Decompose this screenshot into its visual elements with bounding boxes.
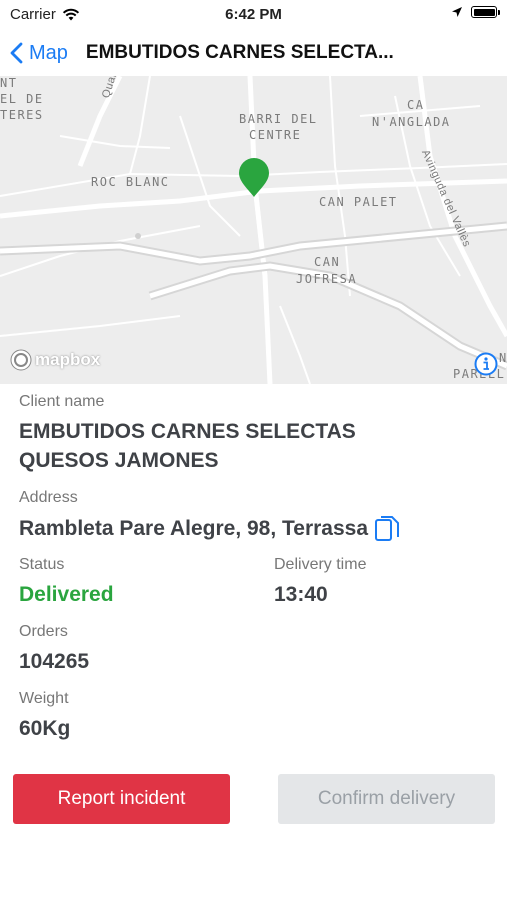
mapbox-icon	[10, 349, 32, 371]
map-label: N'ANGLADA	[372, 115, 451, 129]
map-label: TERES	[0, 108, 44, 122]
map-view[interactable]: NT EL DE TERES Quart Ce BARRI DEL CENTRE…	[0, 76, 507, 384]
mapbox-label: mapbox	[35, 350, 101, 369]
weight-label: Weight	[19, 690, 69, 707]
weight-value: 60Kg	[19, 717, 71, 740]
map-label: NT	[0, 76, 18, 90]
client-name-label: Client name	[19, 393, 105, 410]
map-label: JOFRESA	[296, 272, 358, 286]
map-label: BARRI DEL	[239, 112, 318, 126]
delivery-time-value: 13:40	[274, 583, 328, 606]
map-label: ROC BLANC	[91, 175, 170, 189]
battery-icon	[471, 6, 500, 18]
map-label: EL DE	[0, 92, 44, 106]
copy-icon[interactable]	[374, 514, 400, 544]
map-label: CA	[407, 98, 425, 112]
status-value: Delivered	[19, 583, 114, 606]
orders-label: Orders	[19, 623, 68, 640]
mapbox-logo: mapbox	[10, 349, 100, 371]
status-bar: Carrier 6:42 PM	[0, 0, 507, 30]
status-time: 6:42 PM	[225, 6, 282, 23]
info-icon[interactable]	[474, 352, 498, 376]
delivery-time-label: Delivery time	[274, 556, 367, 573]
client-name-line1: EMBUTIDOS CARNES SELECTAS	[19, 420, 356, 443]
location-arrow-icon	[452, 7, 462, 17]
map-label: N	[499, 351, 507, 365]
chevron-left-icon	[10, 42, 23, 64]
address-row: Rambleta Pare Alegre, 98, Terrassa	[19, 514, 400, 544]
map-label: CAN PALET	[319, 195, 398, 209]
status-label: Status	[19, 556, 65, 573]
location-pin-icon[interactable]	[238, 158, 270, 198]
report-incident-button[interactable]: Report incident	[13, 774, 230, 824]
back-label: Map	[29, 41, 68, 64]
confirm-delivery-button[interactable]: Confirm delivery	[278, 774, 495, 824]
navigation-bar: Map EMBUTIDOS CARNES SELECTA...	[0, 30, 507, 76]
orders-value: 104265	[19, 650, 90, 673]
map-label: CAN	[314, 255, 341, 269]
page-title: EMBUTIDOS CARNES SELECTA...	[85, 42, 394, 63]
back-button[interactable]: Map	[10, 42, 68, 65]
address-label: Address	[19, 489, 78, 506]
address-value: Rambleta Pare Alegre, 98, Terrassa	[19, 517, 369, 540]
client-name-line2: QUESOS JAMONES	[19, 449, 219, 472]
map-label: CENTRE	[249, 128, 302, 142]
